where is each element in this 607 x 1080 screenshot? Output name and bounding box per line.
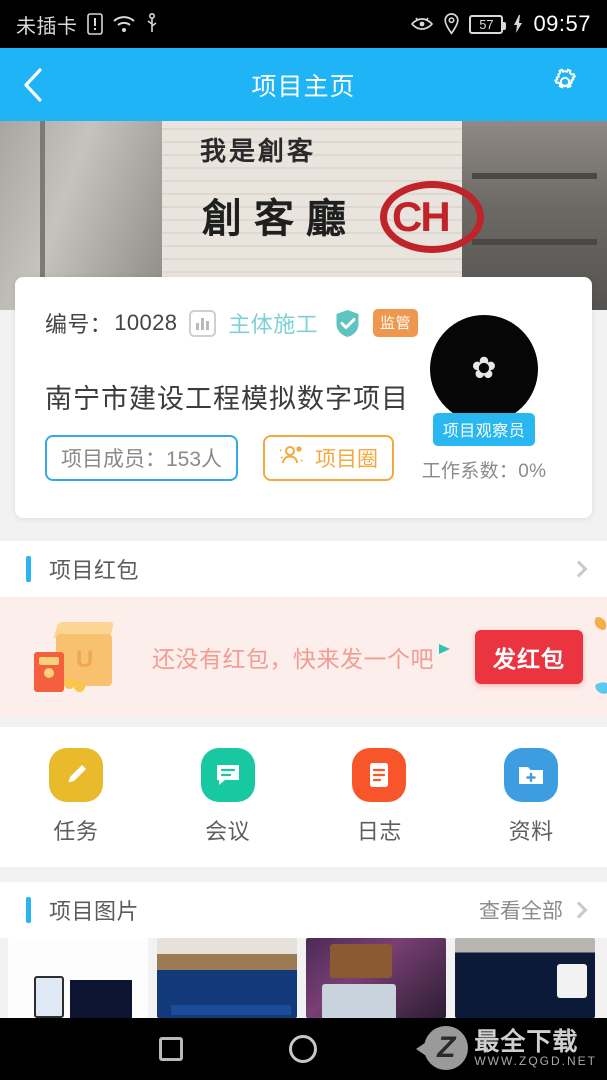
phone-screen: 未插卡 57 09:57 项目主页 我是創客 創客廳 CH 编号： 10028 … xyxy=(0,0,607,1080)
project-code-value: 10028 xyxy=(114,310,178,335)
document-icon xyxy=(352,748,407,802)
project-code-label: 编号： xyxy=(45,312,113,337)
chevron-right-icon xyxy=(570,560,588,578)
gallery-thumbnail[interactable] xyxy=(8,938,148,1018)
gear-icon xyxy=(550,67,580,102)
gallery-thumbnail-row[interactable] xyxy=(0,938,607,1018)
chat-bubble-icon xyxy=(200,748,255,802)
project-members-label: 项目成员：153人 xyxy=(61,448,223,471)
app-header: 项目主页 xyxy=(0,48,607,121)
gallery-section-title: 项目图片 xyxy=(49,899,140,924)
confetti-cyan-icon xyxy=(594,679,607,697)
bar-chart-icon xyxy=(189,309,217,337)
supervision-badge: 监管 xyxy=(373,309,419,337)
circle-home-icon[interactable] xyxy=(289,1035,317,1063)
watermark-logo-icon: Z xyxy=(424,1026,469,1070)
project-name: 南宁市建设工程模拟数字项目 xyxy=(45,384,409,414)
quick-action-label: 资料 xyxy=(508,819,554,844)
section-accent-bar xyxy=(26,897,31,923)
section-accent-bar xyxy=(26,556,31,582)
charging-bolt-icon xyxy=(512,14,524,34)
red-packet-section-title: 项目红包 xyxy=(49,558,140,583)
gallery-section-header[interactable]: 项目图片 查看全部 xyxy=(0,882,607,938)
clock-label: 09:57 xyxy=(533,11,591,36)
confetti-teal-icon xyxy=(439,644,450,654)
folder-plus-icon xyxy=(504,748,559,802)
back-button[interactable] xyxy=(22,65,62,105)
shield-check-icon xyxy=(334,309,361,338)
settings-button[interactable] xyxy=(545,65,585,105)
chevron-right-icon xyxy=(570,901,588,919)
people-group-icon xyxy=(279,444,307,472)
project-members-button[interactable]: 项目成员：153人 xyxy=(45,435,239,481)
quick-actions-row: 任务 会议 日志 资料 xyxy=(0,727,607,867)
watermark-text: 最全下载 WWW.ZQGD.NET xyxy=(474,1027,597,1068)
status-bar-right: 57 09:57 xyxy=(410,11,591,37)
watermark: Z 最全下载 WWW.ZQGD.NET xyxy=(424,1026,597,1070)
project-owner-block: ✿ 项目观察员 工作系数：0% xyxy=(414,315,554,483)
work-coefficient-label: 工作系数：0% xyxy=(421,461,547,482)
watermark-url: WWW.ZQGD.NET xyxy=(474,1053,597,1068)
quick-action-label: 会议 xyxy=(205,819,251,844)
red-packet-empty-text: 还没有红包，快来发一个吧 xyxy=(152,646,434,672)
cover-text-top: 我是創客 xyxy=(200,136,317,166)
project-action-pills: 项目成员：153人 项目圈 xyxy=(45,435,395,481)
gallery-thumbnail[interactable] xyxy=(157,938,297,1018)
sim-alert-icon xyxy=(86,13,103,35)
quick-action-task[interactable]: 任务 xyxy=(0,748,152,846)
avatar[interactable]: ✿ xyxy=(430,315,538,423)
wifi-icon xyxy=(112,14,136,34)
usb-icon xyxy=(145,13,159,35)
send-red-packet-button[interactable]: 发红包 xyxy=(439,616,607,697)
project-circle-label: 项目圈 xyxy=(315,448,379,471)
red-packet-empty-banner: U 还没有红包，快来发一个吧 发红包 xyxy=(0,597,607,717)
pencil-icon xyxy=(48,748,103,802)
android-navigation-bar: Z 最全下载 WWW.ZQGD.NET xyxy=(0,1018,607,1080)
confetti-orange-icon xyxy=(592,616,607,631)
project-circle-button[interactable]: 项目圈 xyxy=(263,435,395,481)
red-packet-section-header[interactable]: 项目红包 xyxy=(0,541,607,597)
status-bar: 未插卡 57 09:57 xyxy=(0,0,607,48)
watermark-title: 最全下载 xyxy=(474,1027,579,1056)
quick-action-label: 日志 xyxy=(356,819,402,844)
project-meta-row: 编号： 10028 主体施工 监管 xyxy=(45,307,419,339)
star-avatar-icon: ✿ xyxy=(471,352,497,385)
role-badge: 项目观察员 xyxy=(432,413,536,446)
quick-action-log[interactable]: 日志 xyxy=(304,748,456,846)
gallery-thumbnail[interactable] xyxy=(455,938,595,1018)
project-info-card: 编号： 10028 主体施工 监管 南宁市建设工程模拟数字项目 项目成员：153… xyxy=(15,277,592,518)
eye-icon xyxy=(410,15,434,33)
send-red-packet-label: 发红包 xyxy=(493,646,565,672)
page-title: 项目主页 xyxy=(251,72,356,101)
quick-action-label: 任务 xyxy=(53,819,99,844)
project-stage-label: 主体施工 xyxy=(228,312,318,337)
quick-action-files[interactable]: 资料 xyxy=(455,748,607,846)
gift-box-icon: U xyxy=(30,618,126,696)
battery-indicator: 57 xyxy=(469,14,507,34)
carrier-label: 未插卡 xyxy=(16,15,78,38)
gallery-thumbnail[interactable] xyxy=(306,938,446,1018)
location-icon xyxy=(443,13,460,35)
square-recents-icon[interactable] xyxy=(159,1037,183,1061)
view-all-link[interactable]: 查看全部 xyxy=(479,895,563,925)
quick-action-meeting[interactable]: 会议 xyxy=(152,748,304,846)
status-bar-left: 未插卡 xyxy=(16,10,159,39)
